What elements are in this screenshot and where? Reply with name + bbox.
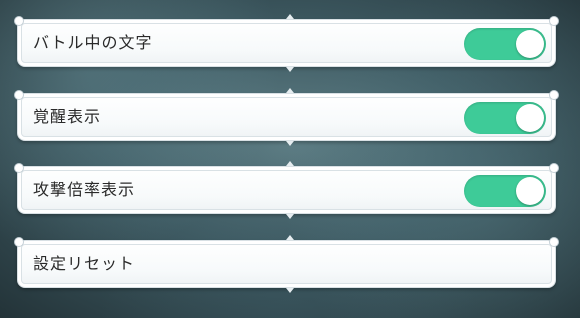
toggle-knob (516, 177, 544, 205)
setting-row-attack-multiplier: 攻撃倍率表示 (14, 161, 559, 219)
settings-reset-label: 設定リセット (33, 254, 136, 273)
toggle-knob (516, 30, 544, 58)
setting-row-battle-text: バトル中の文字 (14, 14, 559, 72)
settings-reset-button[interactable]: 設定リセット (14, 235, 559, 293)
setting-label-attack-multiplier: 攻撃倍率表示 (33, 180, 136, 199)
setting-label-battle-text: バトル中の文字 (33, 33, 153, 52)
setting-label-awakening-display: 覚醒表示 (33, 107, 102, 126)
setting-row-awakening-display: 覚醒表示 (14, 88, 559, 146)
panel-notch-top (286, 88, 294, 93)
awakening-display-toggle[interactable] (464, 102, 546, 134)
panel-notch-top (286, 161, 294, 166)
panel-notch-bottom (286, 67, 294, 72)
toggle-knob (516, 104, 544, 132)
panel-notch-bottom (286, 214, 294, 219)
panel-notch-top (286, 14, 294, 19)
panel-notch-bottom (286, 141, 294, 146)
battle-text-toggle[interactable] (464, 28, 546, 60)
attack-multiplier-toggle[interactable] (464, 175, 546, 207)
panel-notch-bottom (286, 288, 294, 293)
panel-notch-top (286, 235, 294, 240)
